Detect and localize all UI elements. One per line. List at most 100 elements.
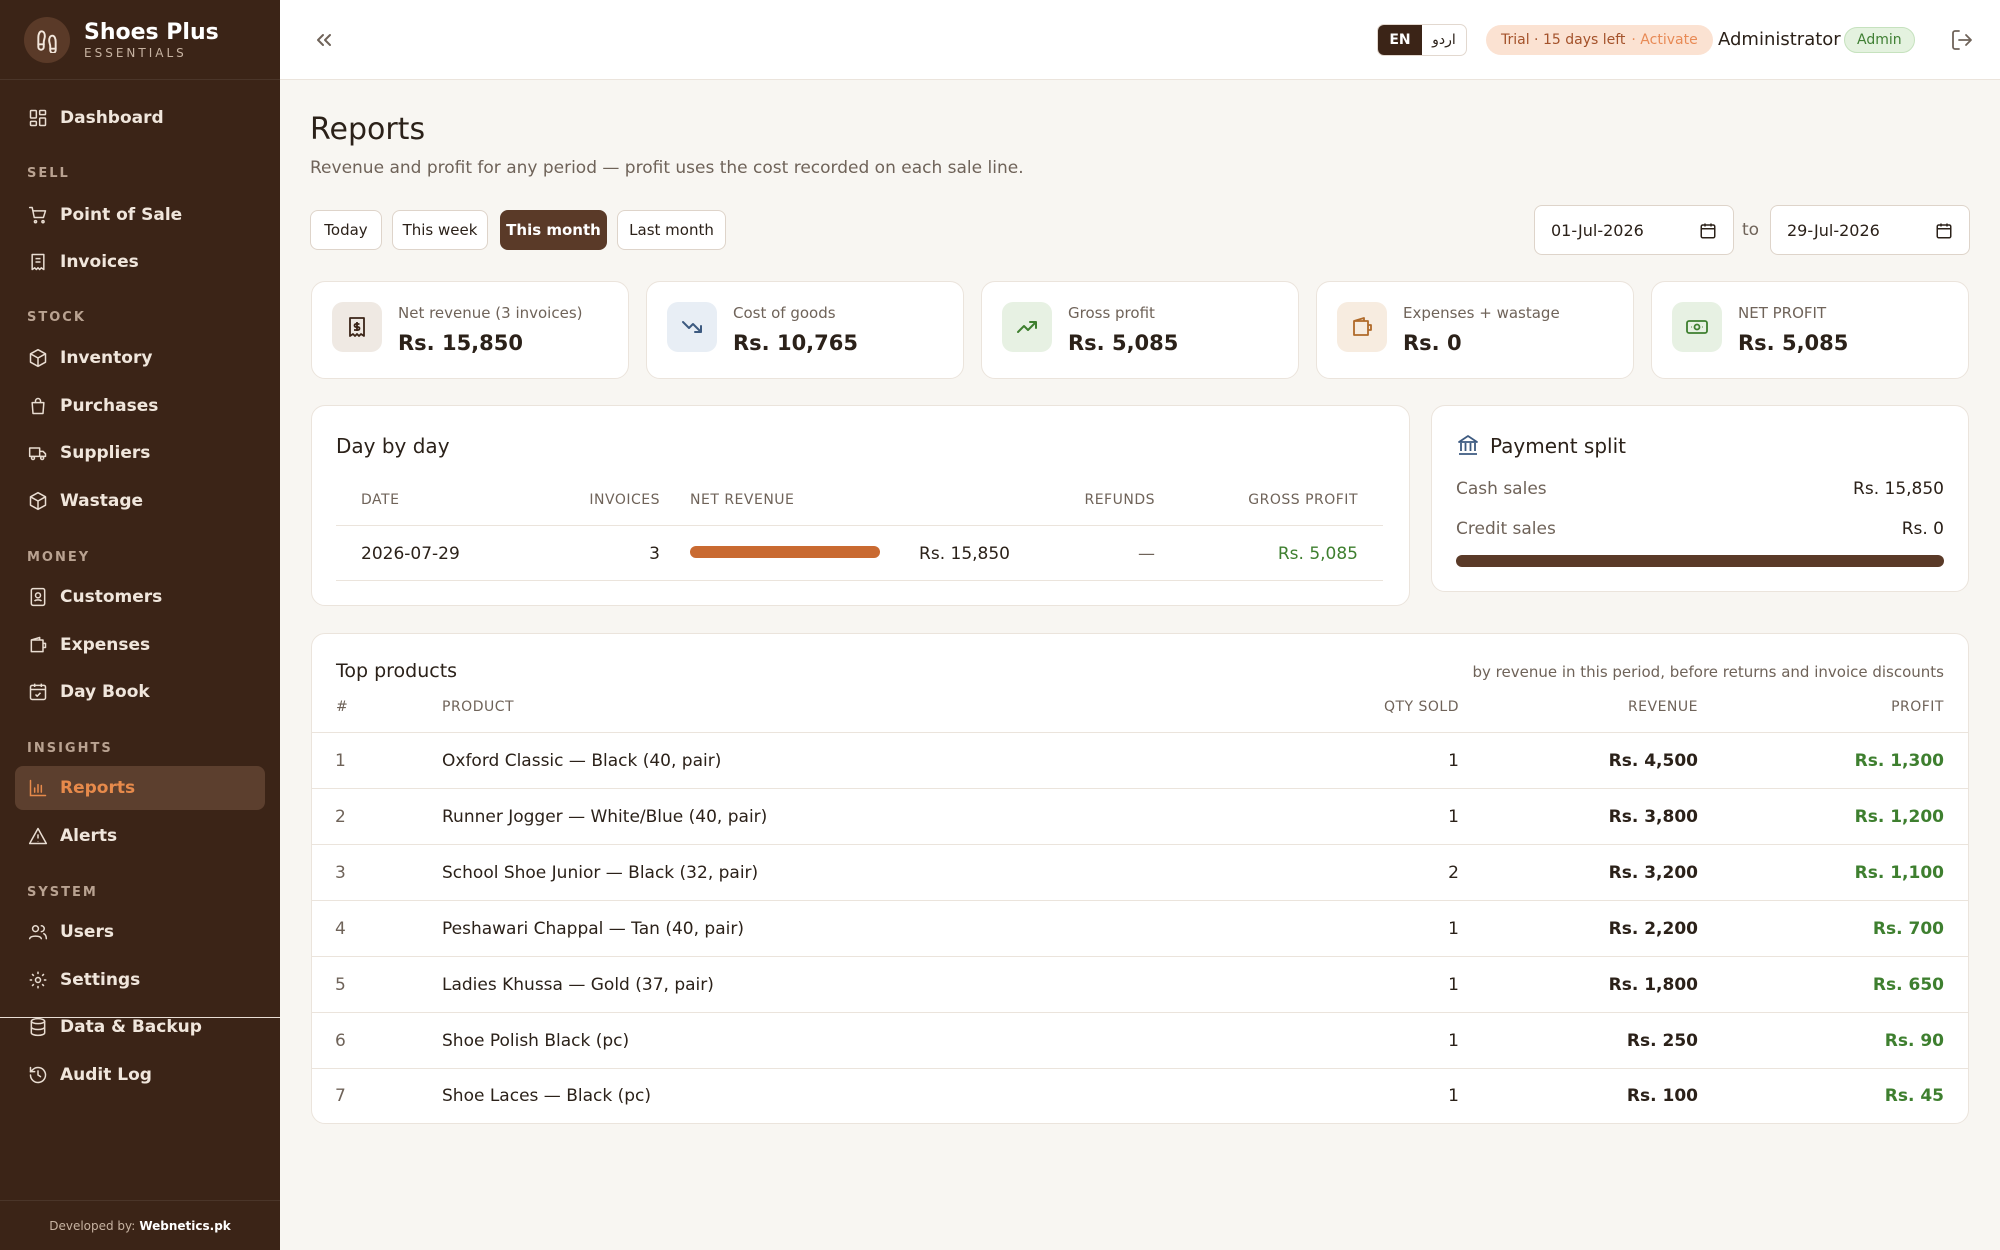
contact-card-icon <box>30 587 46 607</box>
payment-split-title: Payment split <box>1490 434 1626 458</box>
period-month-button[interactable]: This month <box>500 210 607 250</box>
row-profit: Rs. 650 <box>1872 975 1944 995</box>
divider <box>311 1012 1969 1013</box>
divider <box>336 525 1383 526</box>
sidebar-item-users[interactable]: Users <box>15 910 265 954</box>
row-product: Oxford Classic — Black (40, pair) <box>442 751 722 771</box>
row-profit: Rs. 5,085 <box>1277 544 1358 564</box>
wallet-icon <box>1337 302 1387 352</box>
row-profit: Rs. 700 <box>1872 919 1944 939</box>
nav-section-system: SYSTEM <box>27 885 98 900</box>
divider <box>311 844 1969 845</box>
calendar-icon <box>1700 223 1716 239</box>
sidebar-item-settings[interactable]: Settings <box>15 958 265 1002</box>
kpi-label: NET PROFIT <box>1738 304 1827 322</box>
sidebar-item-label: Users <box>60 922 114 942</box>
sidebar-item-label: Wastage <box>60 491 144 511</box>
sidebar-item-audit[interactable]: Audit Log <box>15 1053 265 1097</box>
row-rank: 2 <box>335 807 346 827</box>
row-revenue: Rs. 3,200 <box>1608 863 1698 883</box>
sidebar-item-label: Reports <box>60 778 136 798</box>
sidebar-item-alerts[interactable]: Alerts <box>15 814 265 858</box>
divider <box>311 1068 1969 1069</box>
period-last-month-button[interactable]: Last month <box>617 210 726 250</box>
top-products-note: by revenue in this period, before return… <box>1472 663 1944 681</box>
sidebar-item-label: Invoices <box>60 252 139 272</box>
kpi-value: Rs. 5,085 <box>1738 331 1849 355</box>
period-today-button[interactable]: Today <box>310 210 382 250</box>
row-revenue: Rs. 3,800 <box>1608 807 1698 827</box>
date-range-separator: to <box>1742 220 1760 240</box>
divider <box>311 900 1969 901</box>
row-rank: 5 <box>335 975 346 995</box>
brand-subtitle: ESSENTIALS <box>84 45 187 60</box>
shoe-prints-icon <box>24 16 70 63</box>
kpi-value: Rs. 15,850 <box>398 331 523 355</box>
sidebar-item-wastage[interactable]: Wastage <box>15 479 265 523</box>
sidebar-item-label: Purchases <box>60 396 159 416</box>
divider <box>311 956 1969 957</box>
logout-icon[interactable] <box>1950 28 1974 52</box>
revenue-bar <box>690 546 880 558</box>
row-product: School Shoe Junior — Black (32, pair) <box>442 863 759 883</box>
sidebar-item-inventory[interactable]: Inventory <box>15 336 265 380</box>
sidebar-item-label: Audit Log <box>60 1065 152 1085</box>
sidebar-item-daybook[interactable]: Day Book <box>15 670 265 714</box>
sidebar-item-label: Alerts <box>60 826 118 846</box>
sidebar-item-invoices[interactable]: Invoices <box>15 240 265 284</box>
top-products-title: Top products <box>336 660 458 682</box>
kpi-label: Expenses + wastage <box>1403 304 1560 322</box>
divider <box>311 732 1969 733</box>
row-qty: 1 <box>1448 975 1459 995</box>
lang-en-button[interactable]: EN <box>1378 25 1422 55</box>
sidebar-item-customers[interactable]: Customers <box>15 575 265 619</box>
brand[interactable]: Shoes Plus ESSENTIALS <box>0 0 280 80</box>
sidebar-item-backup[interactable]: Data & Backup <box>15 1005 265 1049</box>
row-qty: 1 <box>1448 1031 1459 1051</box>
row-rank: 4 <box>335 919 346 939</box>
sidebar-item-pos[interactable]: Point of Sale <box>15 193 265 237</box>
cash-icon <box>1672 302 1722 352</box>
sidebar-item-label: Settings <box>60 970 141 990</box>
row-qty: 2 <box>1448 863 1459 883</box>
collapse-sidebar-icon[interactable] <box>312 28 336 52</box>
period-week-button[interactable]: This week <box>392 210 488 250</box>
sidebar-item-expenses[interactable]: Expenses <box>15 623 265 667</box>
sidebar-item-dashboard[interactable]: Dashboard <box>15 96 265 140</box>
kpi-value: Rs. 0 <box>1403 331 1462 355</box>
col-refunds: REFUNDS <box>1084 492 1155 508</box>
row-qty: 1 <box>1448 807 1459 827</box>
kpi-cost-of-goods: Cost of goods Rs. 10,765 <box>646 281 964 379</box>
row-revenue: Rs. 250 <box>1626 1031 1698 1051</box>
sidebar-footer: Developed by: Webnetics.pk <box>0 1200 280 1250</box>
topbar: EN اردو Trial · 15 days left · Activate … <box>280 0 2000 80</box>
box-icon <box>29 491 47 511</box>
row-profit: Rs. 90 <box>1884 1031 1944 1051</box>
date-from-value: 01-Jul-2026 <box>1551 220 1644 240</box>
cash-sales-label: Cash sales <box>1456 479 1547 499</box>
sidebar-item-reports[interactable]: Reports <box>15 766 265 810</box>
activate-link[interactable]: · Activate <box>1631 32 1697 48</box>
row-revenue: Rs. 1,800 <box>1608 975 1698 995</box>
row-product: Peshawari Chappal — Tan (40, pair) <box>442 919 744 939</box>
row-rank: 7 <box>335 1086 346 1106</box>
credit-sales-label: Credit sales <box>1456 519 1556 539</box>
date-from-input[interactable]: 01-Jul-2026 <box>1534 205 1734 255</box>
date-to-input[interactable]: 29-Jul-2026 <box>1770 205 1970 255</box>
row-product: Shoe Polish Black (pc) <box>442 1031 630 1051</box>
language-toggle: EN اردو <box>1377 24 1467 56</box>
cash-sales-value: Rs. 15,850 <box>1853 479 1944 499</box>
row-qty: 1 <box>1448 919 1459 939</box>
col-net-revenue: NET REVENUE <box>690 492 795 508</box>
lang-ur-button[interactable]: اردو <box>1422 25 1466 55</box>
cart-icon <box>28 206 47 224</box>
row-product: Ladies Khussa — Gold (37, pair) <box>442 975 714 995</box>
sidebar-item-suppliers[interactable]: Suppliers <box>15 431 265 475</box>
row-product: Shoe Laces — Black (pc) <box>442 1086 651 1106</box>
col-num: # <box>336 699 349 715</box>
col-profit: PROFIT <box>1891 699 1944 715</box>
row-product: Runner Jogger — White/Blue (40, pair) <box>442 807 768 827</box>
sidebar-item-purchases[interactable]: Purchases <box>15 384 265 428</box>
bank-icon <box>1458 435 1478 455</box>
trial-badge[interactable]: Trial · 15 days left · Activate <box>1486 25 1713 55</box>
